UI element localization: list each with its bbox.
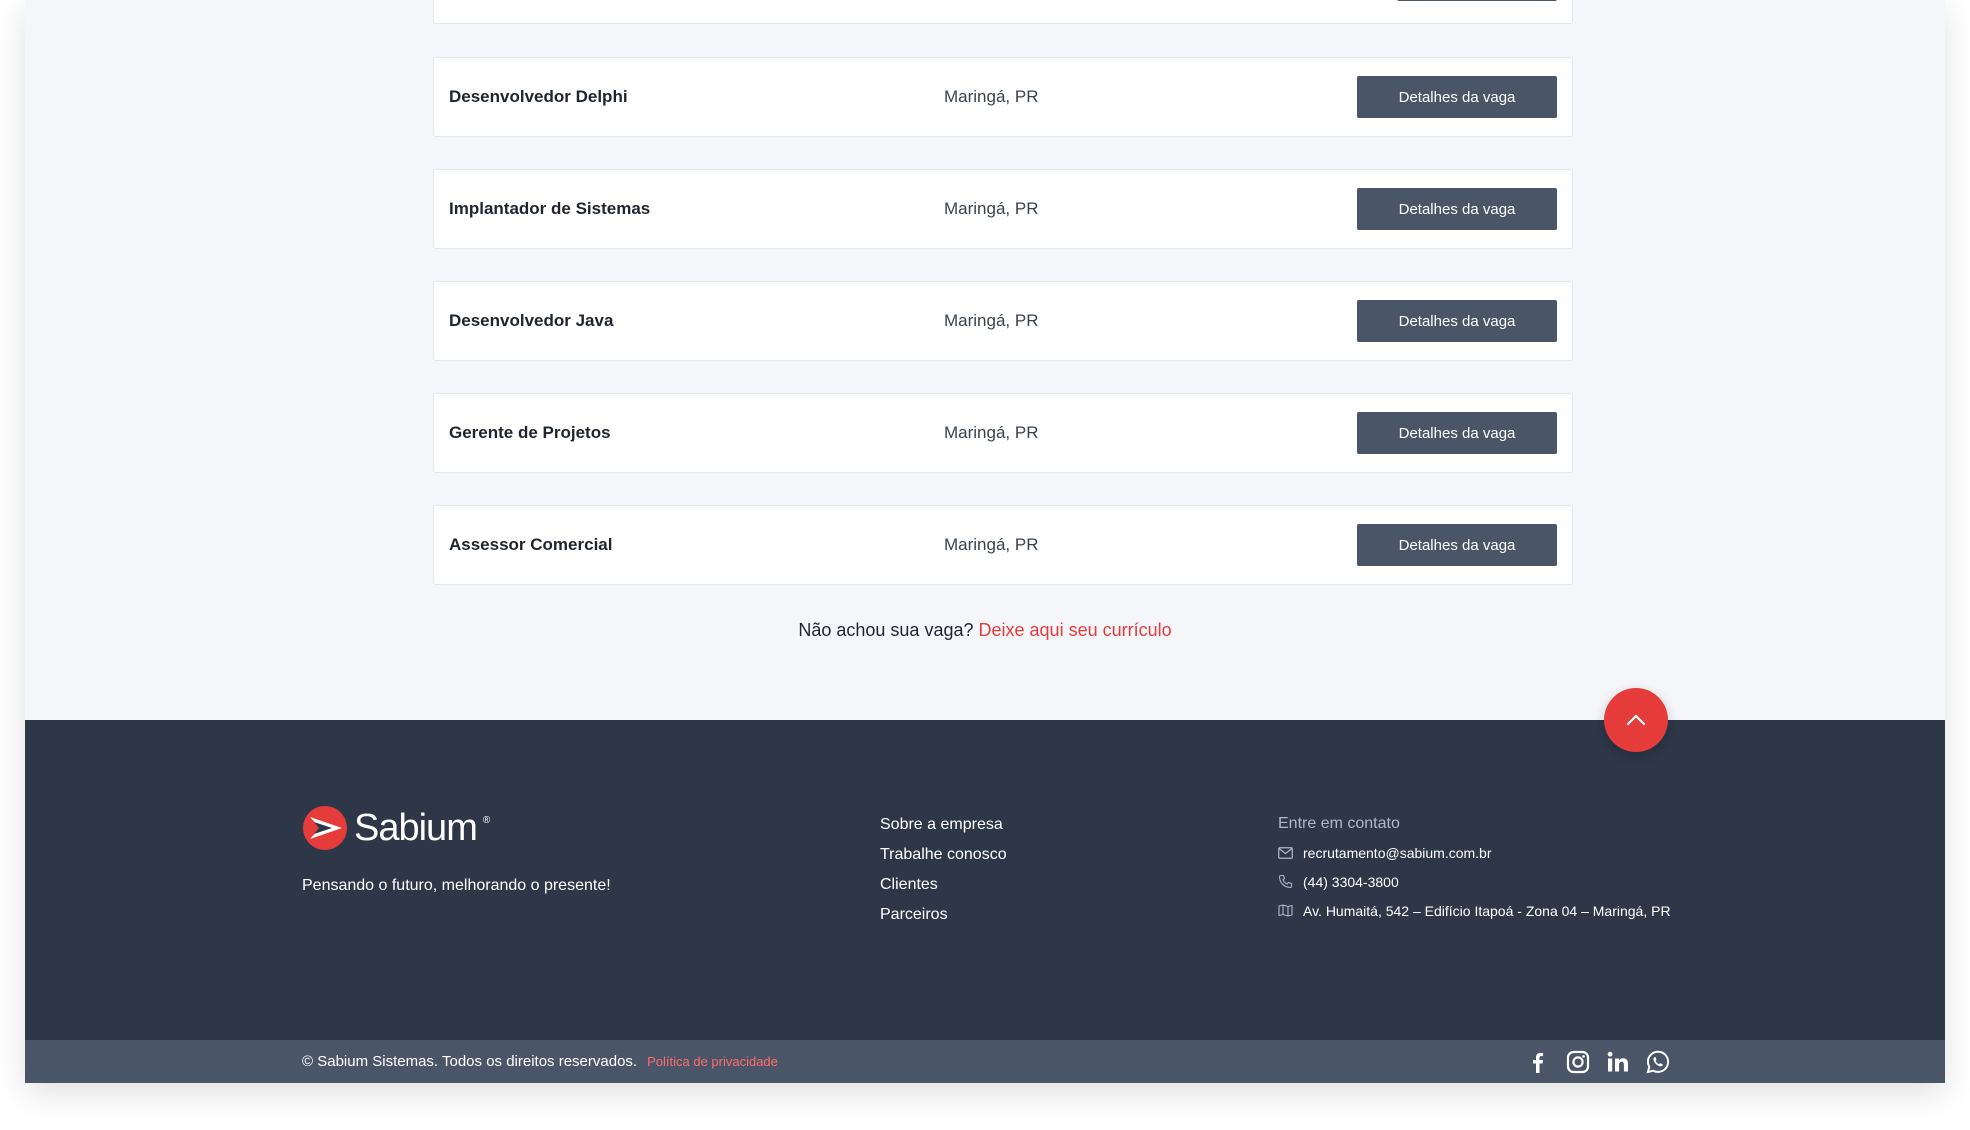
job-location: Maringá, PR [944,311,1039,330]
contact-phone[interactable]: (44) 3304-3800 [1278,867,1671,896]
job-location: Maringá, PR [944,87,1039,106]
page-frame: Desenvolvedor Delphi Maringá, PR Detalhe… [25,0,1945,1083]
job-title: Desenvolvedor Delphi [449,87,628,106]
job-card: Implantador de Sistemas Maringá, PR Deta… [433,169,1573,249]
facebook-icon[interactable] [1525,1049,1551,1075]
footer-link-partners[interactable]: Parceiros [880,900,1007,930]
footer-link-about[interactable]: Sobre a empresa [880,810,1007,840]
footer-link-careers[interactable]: Trabalhe conosco [880,840,1007,870]
job-location: Maringá, PR [944,199,1039,218]
instagram-icon[interactable] [1565,1049,1591,1075]
job-card: Assessor Comercial Maringá, PR Detalhes … [433,505,1573,585]
footer-bottom-bar: © Sabium Sistemas. Todos os direitos res… [25,1040,1945,1083]
scroll-to-top-button[interactable] [1604,688,1668,752]
contact-email[interactable]: recrutamento@sabium.com.br [1278,838,1671,867]
details-button[interactable]: Detalhes da vaga [1357,412,1557,454]
job-location: Maringá, PR [944,423,1039,442]
cv-link[interactable]: Deixe aqui seu currículo [979,620,1172,640]
cv-question: Não achou sua vaga? [798,620,974,640]
social-links [1525,1040,1671,1083]
sabium-logo[interactable]: Sabium ® [302,805,490,851]
tagline: Pensando o futuro, melhorando o presente… [302,877,611,894]
job-title: Assessor Comercial [449,535,613,554]
site-footer: Sabium ® Pensando o futuro, melhorando o… [25,720,1945,1040]
contact-email-text: recrutamento@sabium.com.br [1303,844,1492,861]
linkedin-icon[interactable] [1605,1049,1631,1075]
cv-prompt: Não achou sua vaga? Deixe aqui seu currí… [25,620,1945,641]
privacy-policy-link[interactable]: Política de privacidade [647,1054,778,1069]
job-card: Desenvolvedor Delphi Maringá, PR Detalhe… [433,57,1573,137]
details-button[interactable]: Detalhes da vaga [1357,188,1557,230]
whatsapp-icon[interactable] [1645,1049,1671,1075]
details-button[interactable]: Detalhes da vaga [1357,524,1557,566]
map-icon [1278,904,1293,917]
job-location: Maringá, PR [944,535,1039,554]
job-title: Implantador de Sistemas [449,199,651,218]
contact-address-text: Av. Humaitá, 542 – Edifício Itapoá - Zon… [1303,902,1671,919]
job-card: Desenvolvedor Java Maringá, PR Detalhes … [433,281,1573,361]
footer-link-clients[interactable]: Clientes [880,870,1007,900]
footer-links: Sobre a empresa Trabalhe conosco Cliente… [880,810,1007,930]
chevron-up-icon [1626,714,1646,726]
contact-block: Entre em contato recrutamento@sabium.com… [1278,810,1671,925]
job-title: Desenvolvedor Java [449,311,614,330]
logo-mark-icon [303,806,347,850]
details-button[interactable] [1397,0,1557,1]
contact-title: Entre em contato [1278,815,1400,832]
contact-phone-text: (44) 3304-3800 [1303,873,1399,890]
details-button[interactable]: Detalhes da vaga [1357,300,1557,342]
logo-registered-mark: ® [482,815,491,826]
details-button[interactable]: Detalhes da vaga [1357,76,1557,118]
phone-icon [1278,874,1293,889]
copyright-text: © Sabium Sistemas. Todos os direitos res… [302,1053,638,1070]
job-title: Gerente de Projetos [449,423,611,442]
copyright-block: © Sabium Sistemas. Todos os direitos res… [302,1040,778,1083]
contact-address: Av. Humaitá, 542 – Edifício Itapoá - Zon… [1278,896,1671,925]
job-card [433,0,1573,24]
mail-icon [1278,846,1293,859]
job-card: Gerente de Projetos Maringá, PR Detalhes… [433,393,1573,473]
logo-text: Sabium [354,806,478,849]
